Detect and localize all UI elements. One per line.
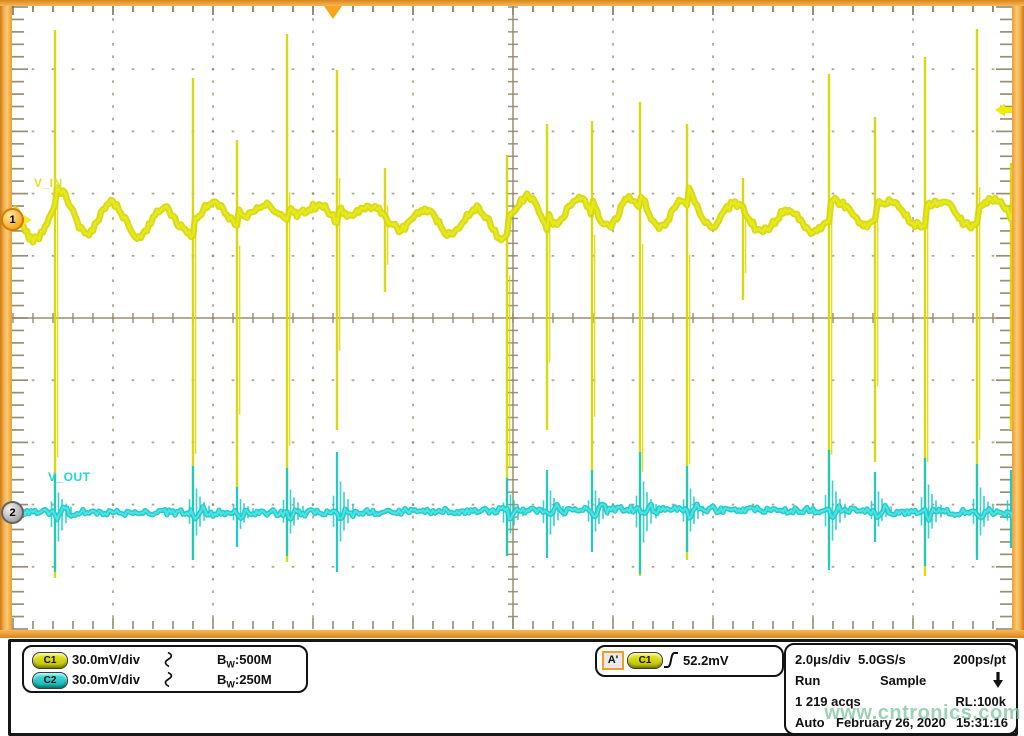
ch2-ground-marker[interactable]: 2 <box>1 501 24 524</box>
trigger-position-icon[interactable] <box>324 6 342 19</box>
ch2-settings-row: C2 30.0mV/div BW:250M <box>24 670 306 689</box>
trigger-readout-box[interactable]: A' C1 52.2mV <box>595 645 784 677</box>
display-frame-left <box>0 0 12 638</box>
down-arrow-icon <box>992 671 1004 689</box>
timebase-scale: 2.0μs/div <box>795 652 851 667</box>
trigger-level-icon[interactable] <box>995 104 1013 117</box>
ch1-badge[interactable]: C1 <box>32 652 68 669</box>
acq-mode: Sample <box>880 673 926 688</box>
ch1-settings-row: C1 30.0mV/div BW:500M <box>24 650 306 669</box>
ch1-ac-coupling-icon <box>164 651 176 668</box>
ch2-marker-number: 2 <box>9 507 15 519</box>
watermark: www.cntronics.com <box>824 702 1021 725</box>
trigger-mode: Auto <box>795 715 825 730</box>
display-frame-right <box>1012 0 1024 638</box>
trigger-level-value: 52.2mV <box>683 653 729 668</box>
ch2-scale: 30.0mV/div <box>72 672 140 687</box>
oscilloscope-display: V_IN V_OUT 1 2 <box>0 0 1024 640</box>
ch1-scale: 30.0mV/div <box>72 652 140 667</box>
trigger-channel-badge[interactable]: C1 <box>627 652 663 669</box>
acq-status: Run <box>795 673 820 688</box>
ch2-badge[interactable]: C2 <box>32 672 68 689</box>
ch1-ground-marker[interactable]: 1 <box>1 208 24 231</box>
waveform-graticule-area <box>0 0 1024 640</box>
trigger-source-badge[interactable]: A' <box>602 651 624 670</box>
sample-rate: 5.0GS/s <box>858 652 906 667</box>
ch2-bandwidth: BW:250M <box>217 672 272 693</box>
channel-settings-box: C1 30.0mV/div BW:500M C2 30.0mV/div BW:2… <box>22 645 308 693</box>
display-frame-top <box>0 0 1024 6</box>
resolution: 200ps/pt <box>953 652 1006 667</box>
ch1-marker-number: 1 <box>9 214 15 226</box>
ch1-trace-label: V_IN <box>34 176 63 190</box>
ch2-ac-coupling-icon <box>164 671 176 688</box>
display-frame-bottom <box>0 630 1024 638</box>
ch2-trace-label: V_OUT <box>48 470 91 484</box>
rising-edge-icon <box>663 651 679 670</box>
